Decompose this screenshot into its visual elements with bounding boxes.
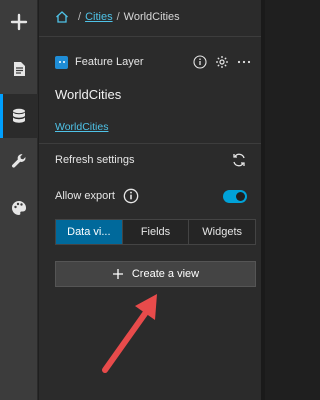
breadcrumb-separator: / — [78, 11, 82, 23]
plus-icon — [10, 13, 28, 31]
rail-item-page[interactable] — [0, 47, 38, 91]
info-icon[interactable] — [123, 188, 139, 204]
rail-item-theme[interactable] — [0, 186, 38, 230]
create-view-button[interactable]: Create a view — [55, 261, 256, 287]
breadcrumb-current: WorldCities — [123, 11, 180, 23]
side-rail — [0, 0, 38, 400]
breadcrumb-link-cities[interactable]: Cities — [85, 11, 113, 23]
allow-export-label: Allow export — [55, 189, 115, 202]
tab-data-views[interactable]: Data vi... — [56, 220, 123, 244]
breadcrumb-separator: / — [116, 11, 120, 23]
layer-title: WorldCities — [55, 87, 122, 102]
data-icon — [13, 108, 25, 123]
view-tabs: Data vi... Fields Widgets — [55, 219, 256, 245]
palette-icon — [12, 200, 27, 215]
divider — [39, 143, 261, 144]
tab-fields[interactable]: Fields — [123, 220, 190, 244]
layer-header: Feature Layer — [55, 53, 251, 71]
rail-item-data[interactable] — [0, 94, 38, 138]
panel-edge — [261, 0, 265, 400]
page-icon — [14, 62, 25, 76]
allow-export-row: Allow export — [55, 187, 247, 205]
plus-icon — [112, 269, 123, 279]
allow-export-toggle[interactable] — [223, 189, 247, 203]
rail-item-add[interactable] — [0, 0, 38, 44]
more-icon[interactable] — [237, 55, 251, 69]
home-icon[interactable] — [55, 10, 69, 24]
layer-type-label: Feature Layer — [75, 56, 144, 68]
feature-layer-icon — [55, 55, 68, 69]
annotation-arrow — [102, 294, 157, 373]
wrench-icon — [12, 154, 26, 168]
refresh-settings-row: Refresh settings — [55, 151, 247, 169]
gear-icon[interactable] — [215, 55, 229, 69]
layer-item-link[interactable]: WorldCities — [55, 121, 108, 133]
divider — [39, 36, 261, 37]
info-icon[interactable] — [193, 55, 207, 69]
refresh-settings-label: Refresh settings — [55, 154, 135, 166]
allow-export-label-wrap: Allow export — [55, 188, 223, 204]
create-view-label: Create a view — [131, 268, 200, 280]
refresh-icon[interactable] — [231, 152, 247, 168]
tab-widgets[interactable]: Widgets — [189, 220, 255, 244]
data-panel: / Cities / WorldCities Feature Layer Wor… — [39, 0, 265, 400]
rail-item-settings[interactable] — [0, 139, 38, 183]
breadcrumb: / Cities / WorldCities — [55, 8, 180, 26]
